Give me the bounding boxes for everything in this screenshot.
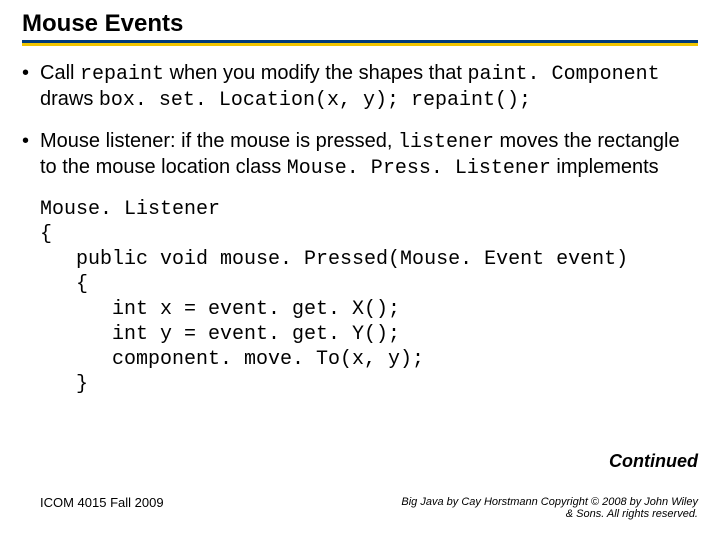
code-inline: listener [398, 131, 494, 154]
bullet-item-2: Mouse listener: if the mouse is pressed,… [22, 129, 698, 181]
text: Mouse listener: if the mouse is pressed, [40, 130, 398, 152]
bullet-item-1: Call repaint when you modify the shapes … [22, 61, 698, 113]
content-area: Call repaint when you modify the shapes … [22, 61, 698, 397]
text: Call [40, 62, 80, 84]
text: implements [551, 156, 659, 178]
code-inline: box. set. Location(x, y); repaint(); [99, 89, 531, 112]
bullet-list: Call repaint when you modify the shapes … [22, 61, 698, 181]
code-block: Mouse. Listener { public void mouse. Pre… [40, 197, 698, 397]
title-rule [22, 40, 698, 43]
code-inline: paint. Component [468, 63, 660, 86]
title-block: Mouse Events [22, 10, 698, 43]
footer-left: ICOM 4015 Fall 2009 [40, 495, 164, 510]
continued-label: Continued [609, 451, 698, 472]
code-inline: repaint [80, 63, 164, 86]
code-inline: Mouse. Press. Listener [287, 157, 551, 180]
text: draws [40, 88, 99, 110]
text: when you modify the shapes that [164, 62, 468, 84]
slide-title: Mouse Events [22, 10, 698, 40]
footer-right: Big Java by Cay Horstmann Copyright © 20… [398, 496, 698, 520]
